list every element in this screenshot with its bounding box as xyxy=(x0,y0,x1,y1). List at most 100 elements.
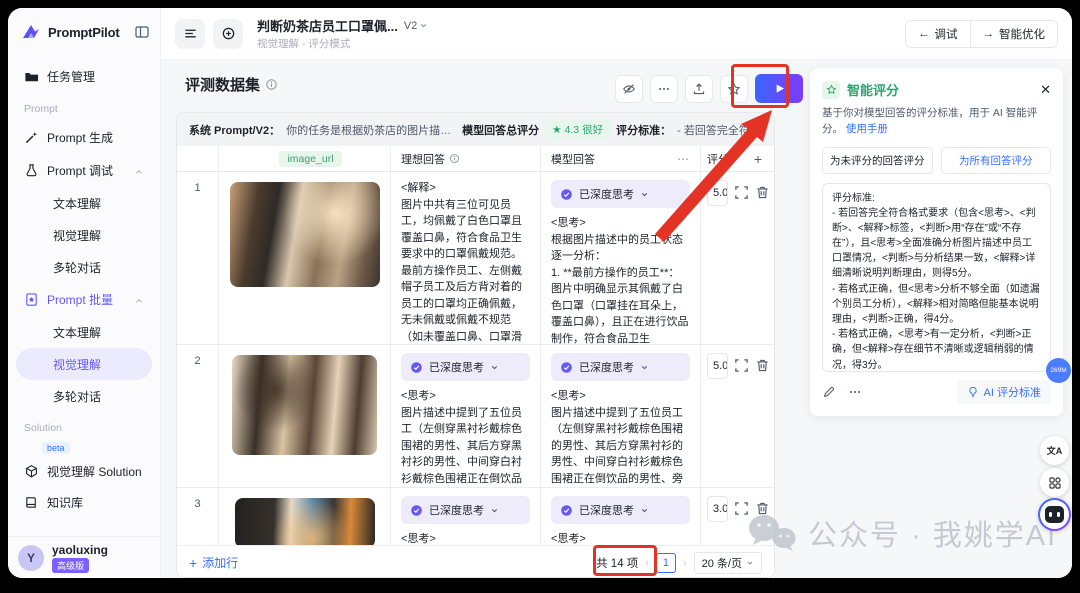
ideal-answer-header[interactable]: 理想回答 xyxy=(391,146,541,171)
model-answer-text: <思考> 图片描述中提到了五位员工（左侧穿黑衬衫戴棕色围裙的男性、其后方穿黑衬衫… xyxy=(551,388,690,487)
page-size-select[interactable]: 20 条/页 xyxy=(694,552,762,574)
scoring-criteria-text[interactable]: 评分标准: - 若回答完全符合格式要求（包含<思考>、<判断>、<解释>标签，<… xyxy=(822,183,1051,373)
deep-think-badge[interactable]: 已深度思考 xyxy=(551,496,690,524)
more-actions-button[interactable] xyxy=(650,75,678,103)
batch-doc-icon xyxy=(24,292,39,307)
image-cell[interactable] xyxy=(219,488,391,545)
ideal-answer-text: <思考> 图片描述中提到了五位员工（左侧穿黑衬衫戴棕色围裙的男性、其后方穿黑衬衫… xyxy=(401,388,530,487)
current-page-button[interactable]: 1 xyxy=(656,553,676,573)
flask-icon xyxy=(24,163,39,178)
image-cell[interactable] xyxy=(219,345,391,487)
model-answer-cell[interactable]: 已深度思考 <思考> 图片描述中提到了五位员工（左侧穿黑衬衫戴棕色围裙的男性、其… xyxy=(541,345,701,487)
folder-icon xyxy=(24,69,39,84)
sidebar-item-debug-multi[interactable]: 多轮对话 xyxy=(16,251,152,283)
version-label: V2 xyxy=(404,20,417,32)
expand-row-icon[interactable] xyxy=(734,501,749,516)
user-account[interactable]: Y yaoluxing 高级版 xyxy=(8,536,160,578)
deep-think-badge[interactable]: 已深度思考 xyxy=(551,353,690,381)
sidebar-item-batch-text[interactable]: 文本理解 xyxy=(16,316,152,348)
model-answer-header[interactable]: 模型回答 ⋯ xyxy=(541,146,701,171)
version-selector[interactable]: V2 xyxy=(404,20,428,32)
score-input[interactable]: 5.0 xyxy=(707,353,728,379)
deep-think-badge[interactable]: 已深度思考 xyxy=(401,496,530,524)
deep-think-label: 已深度思考 xyxy=(429,359,484,375)
ai-criteria-button[interactable]: AI 评分标准 xyxy=(957,380,1051,404)
deep-think-badge[interactable]: 已深度思考 xyxy=(401,353,530,381)
check-circle-icon xyxy=(560,504,573,517)
criteria-label: 评分标准： xyxy=(616,122,671,138)
smart-optimize-button[interactable]: → 智能优化 xyxy=(970,21,1058,47)
sidebar-item-label: Prompt 批量 xyxy=(47,291,113,308)
sidebar-item-debug-text[interactable]: 文本理解 xyxy=(16,187,152,219)
table-row: 3 已深度思考 <思考> xyxy=(177,488,774,545)
main-area: 判断奶茶店员工口罩佩... V2 视觉理解 - 评分模式 ← 调试 → xyxy=(161,8,1072,578)
edit-pencil-icon[interactable] xyxy=(822,385,836,399)
row-number: 3 xyxy=(177,488,219,545)
column-menu-icon[interactable]: ⋯ xyxy=(677,152,690,166)
add-column-button[interactable]: + xyxy=(754,151,770,167)
menu-button[interactable] xyxy=(175,19,205,49)
system-prompt-banner: 系统 Prompt/V2： 你的任务是根据奶茶店的图片描述，判断奶茶... 模型… xyxy=(177,113,774,146)
assistant-robot-button[interactable] xyxy=(1038,498,1071,531)
close-icon[interactable]: ✕ xyxy=(1040,83,1051,96)
panel-title: 智能评分 xyxy=(847,80,899,99)
sidebar-item-batch-multi[interactable]: 多轮对话 xyxy=(16,380,152,412)
ideal-answer-cell[interactable]: <解释> 图片中共有三位可见员工，均佩戴了白色口罩且覆盖口鼻，符合食品卫生要求中… xyxy=(391,172,541,344)
more-options-icon[interactable] xyxy=(848,385,862,399)
apps-grid-button[interactable] xyxy=(1040,468,1069,497)
score-cell: 5.0 xyxy=(701,345,775,487)
sidebar-collapse-icon[interactable] xyxy=(134,24,150,40)
sidebar-item-vision-solution[interactable]: beta 视觉理解 Solution xyxy=(16,440,152,486)
score-input[interactable]: 3.0 xyxy=(707,496,728,522)
chevron-up-icon xyxy=(134,295,144,305)
score-all-button[interactable]: 为所有回答评分 xyxy=(941,147,1052,174)
image-url-header[interactable]: image_url xyxy=(219,146,391,171)
dataset-image[interactable] xyxy=(235,498,375,545)
sidebar-item-batch-vision-active[interactable]: 视觉理解 xyxy=(16,348,152,380)
bulb-icon xyxy=(967,386,979,398)
target-button[interactable] xyxy=(213,19,243,49)
right-arrow-icon: → xyxy=(983,28,995,40)
translate-button[interactable]: 文A xyxy=(1040,436,1069,465)
sidebar-item-prompt-generate[interactable]: Prompt 生成 xyxy=(16,121,152,154)
page-title: 判断奶茶店员工口罩佩... xyxy=(257,16,398,35)
screen-background: PromptPilot 任务管理 Prompt Prompt 生成 Prompt xyxy=(0,0,1080,593)
sidebar-item-debug-vision[interactable]: 视觉理解 xyxy=(16,219,152,251)
manual-link[interactable]: 使用手册 xyxy=(846,123,888,135)
favorite-button[interactable] xyxy=(720,75,748,103)
sidebar-item-task-management[interactable]: 任务管理 xyxy=(16,60,152,93)
delete-row-icon[interactable] xyxy=(755,358,770,373)
debug-button[interactable]: ← 调试 xyxy=(906,21,970,47)
run-evaluation-button[interactable] xyxy=(755,74,803,103)
dataset-card: 系统 Prompt/V2： 你的任务是根据奶茶店的图片描述，判断奶茶... 模型… xyxy=(176,112,775,578)
prev-page-button[interactable]: ‹ xyxy=(645,557,649,569)
next-page-button[interactable]: › xyxy=(683,557,687,569)
delete-row-icon[interactable] xyxy=(755,501,770,516)
dataset-image[interactable] xyxy=(232,355,377,455)
deep-think-badge[interactable]: 已深度思考 xyxy=(551,180,690,208)
app-header: 判断奶茶店员工口罩佩... V2 视觉理解 - 评分模式 ← 调试 → xyxy=(161,8,1072,60)
delete-row-icon[interactable] xyxy=(755,185,770,200)
expand-row-icon[interactable] xyxy=(734,185,749,200)
image-cell[interactable] xyxy=(219,172,391,344)
model-answer-cell[interactable]: 已深度思考 <思考> 根据图片描述中的员工状态逐一分析： 1. **最前方操作的… xyxy=(541,172,701,344)
add-row-button[interactable]: + 添加行 xyxy=(189,554,238,571)
sidebar-item-knowledge-base[interactable]: 知识库 xyxy=(16,486,152,519)
dataset-image[interactable] xyxy=(230,182,380,287)
expand-row-icon[interactable] xyxy=(734,358,749,373)
ideal-answer-cell[interactable]: 已深度思考 <思考> 图片描述中提到了五位员工（左侧穿黑衬衫戴棕色围裙的男性、其… xyxy=(391,345,541,487)
sidebar-item-prompt-batch[interactable]: Prompt 批量 xyxy=(16,283,152,316)
model-answer-text: <思考> xyxy=(551,531,690,545)
score-input[interactable]: 5.0 xyxy=(707,180,728,206)
score-unscored-button[interactable]: 为未评分的回答评分 xyxy=(822,147,933,174)
hide-column-button[interactable] xyxy=(615,75,643,103)
info-icon xyxy=(265,78,278,91)
panel-description: 基于你对模型回答的评分标准，用于 AI 智能评分。 使用手册 xyxy=(822,106,1051,138)
upload-button[interactable] xyxy=(685,75,713,103)
hamburger-icon xyxy=(183,26,198,41)
model-answer-cell[interactable]: 已深度思考 <思考> xyxy=(541,488,701,545)
deep-think-label: 已深度思考 xyxy=(579,186,634,202)
ideal-answer-cell[interactable]: 已深度思考 <思考> xyxy=(391,488,541,545)
sidebar-item-prompt-debug[interactable]: Prompt 调试 xyxy=(16,154,152,187)
optimize-button-label: 智能优化 xyxy=(999,26,1045,42)
